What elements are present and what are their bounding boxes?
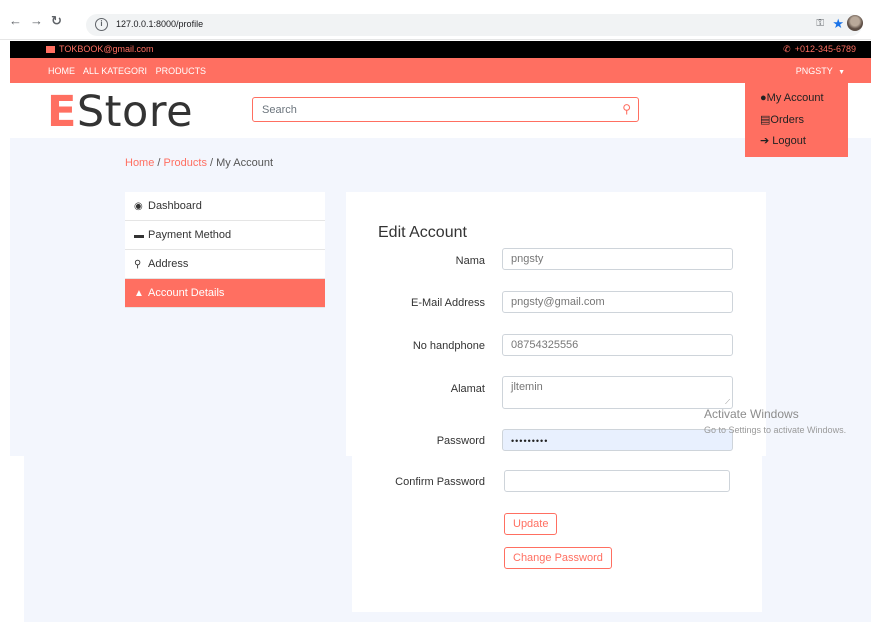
nama-field[interactable]: pngsty [502,248,733,270]
contact-email-text: TOKBOOK@gmail.com [59,44,154,54]
password-label: Password [436,435,485,447]
sidebar-item-address[interactable]: ⚲ Address [125,250,325,279]
forward-icon[interactable]: → [30,13,43,28]
resize-grip-icon[interactable]: ⟋ [725,399,730,407]
search-icon[interactable]: ⚲ [622,102,631,116]
key-icon[interactable]: ⚿ [816,18,824,29]
activate-windows-watermark: Activate Windows [704,407,799,421]
contact-phone-text: +012-345-6789 [794,44,856,54]
user-circle-icon: ● [760,92,767,104]
caret-down-icon: ▼ [838,69,845,76]
nama-label: Nama [455,255,485,267]
confirm-password-label: Confirm Password [395,476,485,488]
sidebar-item-account-details[interactable]: ▲ Account Details [125,279,325,308]
orders-list-icon: ▤ [760,114,771,126]
account-sidebar: ◉ Dashboard ▬ Payment Method ⚲ Address ▲ Acc… [125,192,325,308]
contact-email[interactable]: TOKBOOK@gmail.com [46,44,154,54]
breadcrumb-home[interactable]: Home [125,157,154,169]
dropdown-item-logout[interactable]: ➔ Logout [760,134,806,147]
reload-icon[interactable]: ↻ [51,13,62,29]
email-field[interactable]: pngsty@gmail.com [502,291,733,313]
phone-icon: ✆ [783,44,791,54]
breadcrumb: Home / Products / My Account [125,157,273,169]
address-bar[interactable]: i 127.0.0.1:8000/profile ⚿ ★ [86,14,862,36]
user-menu-name: PNGSTY [795,66,833,76]
nav-link-products[interactable]: PRODUCTS [156,66,207,76]
sidebar-item-label: Account Details [148,287,225,299]
tachometer-icon: ◉ [134,201,143,212]
user-dropdown-menu: ●My Account ▤Orders ➔ Logout [745,83,848,157]
nav-link-home[interactable]: HOME [48,66,75,76]
sidebar-item-label: Dashboard [148,200,202,212]
breadcrumb-current: My Account [216,157,273,169]
sidebar-item-label: Address [148,258,189,270]
sign-out-icon: ➔ [760,135,773,147]
browser-toolbar: ← → ↻ i 127.0.0.1:8000/profile ⚿ ★ [0,0,871,40]
breadcrumb-products[interactable]: Products [164,157,207,169]
password-field[interactable]: ••••••••• [502,429,733,451]
bookmark-star-icon[interactable]: ★ [832,16,844,32]
user-icon: ▲ [134,288,144,299]
dropdown-item-my-account[interactable]: ●My Account [760,92,824,104]
alamat-value: jltemin [511,381,543,393]
info-icon[interactable]: i [95,18,108,31]
page-title: Edit Account [378,224,467,241]
map-marker-icon: ⚲ [134,259,142,270]
change-password-button[interactable]: Change Password [504,547,612,569]
main-navbar: HOME ALL KATEGORI PRODUCTS PNGSTY ▼ [10,58,871,83]
user-menu-toggle[interactable]: PNGSTY ▼ [796,66,845,76]
top-info-bar: TOKBOOK@gmail.com ✆ +012-345-6789 [10,41,871,58]
address-url[interactable]: 127.0.0.1:8000/profile [116,19,203,29]
site-logo[interactable]: EStore [47,87,193,137]
credit-card-icon: ▬ [134,230,144,241]
alamat-label: Alamat [450,383,485,395]
sidebar-item-label: Payment Method [148,229,232,241]
envelope-icon [46,46,55,53]
update-button[interactable]: Update [504,513,558,535]
phone-field[interactable]: 08754325556 [502,334,733,356]
search-input[interactable]: Search ⚲ [252,97,639,122]
activate-windows-subtext: Go to Settings to activate Windows. [704,425,847,435]
sidebar-item-dashboard[interactable]: ◉ Dashboard [125,192,325,221]
browser-profile-avatar[interactable] [847,15,863,31]
alamat-textarea[interactable]: jltemin ⟋ [502,376,733,409]
search-placeholder: Search [262,104,297,116]
sidebar-item-payment-method[interactable]: ▬ Payment Method [125,221,325,250]
phone-label: No handphone [412,340,485,352]
confirm-password-field[interactable] [504,470,730,492]
back-icon[interactable]: ← [9,13,22,28]
contact-phone[interactable]: ✆ +012-345-6789 [783,44,856,55]
email-label: E-Mail Address [411,297,485,309]
nav-link-all-kategori[interactable]: ALL KATEGORI [83,66,147,76]
dropdown-item-orders[interactable]: ▤Orders [760,113,804,126]
site-header: EStore Search ⚲ [10,83,871,138]
